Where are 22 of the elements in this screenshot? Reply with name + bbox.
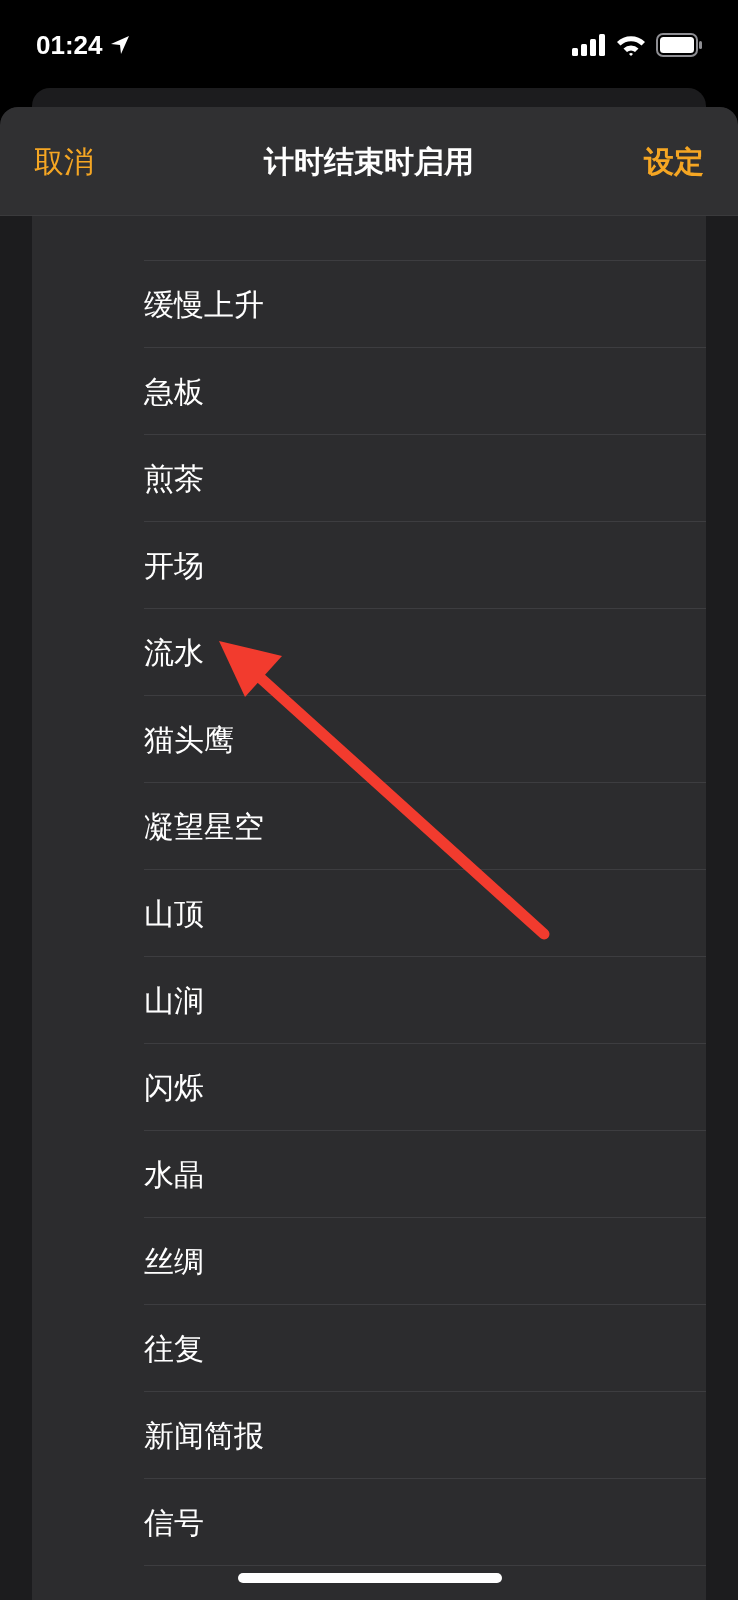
ringtone-item[interactable]: 凝望星空: [144, 803, 264, 849]
signal-icon: [572, 34, 606, 56]
ringtone-item[interactable]: 闪烁: [144, 1064, 204, 1110]
ringtone-item[interactable]: 开场: [144, 542, 204, 588]
ringtone-item[interactable]: 往复: [144, 1325, 204, 1371]
ringtone-item[interactable]: 山涧: [144, 977, 204, 1023]
ringtone-item[interactable]: 新闻简报: [144, 1412, 264, 1458]
ringtone-item[interactable]: 信号: [144, 1499, 204, 1545]
sheet-title: 计时结束时启用: [264, 143, 474, 180]
ringtone-item[interactable]: 急板: [144, 368, 204, 414]
ringtone-item[interactable]: 丝绸: [144, 1238, 204, 1284]
ringtone-item[interactable]: 流水: [144, 629, 204, 675]
ringtone-item[interactable]: 猫头鹰: [144, 716, 234, 762]
cancel-button[interactable]: 取消: [34, 138, 94, 184]
ringtone-item[interactable]: 山顶: [144, 890, 204, 936]
ringtone-item[interactable]: 煎茶: [144, 455, 204, 501]
set-button[interactable]: 设定: [644, 138, 704, 184]
ringtone-item[interactable]: 缓慢上升: [144, 281, 264, 327]
status-time: 01:24: [36, 28, 103, 62]
ringtone-item[interactable]: 水晶: [144, 1151, 204, 1197]
battery-icon: [656, 33, 702, 57]
wifi-icon: [616, 34, 646, 56]
